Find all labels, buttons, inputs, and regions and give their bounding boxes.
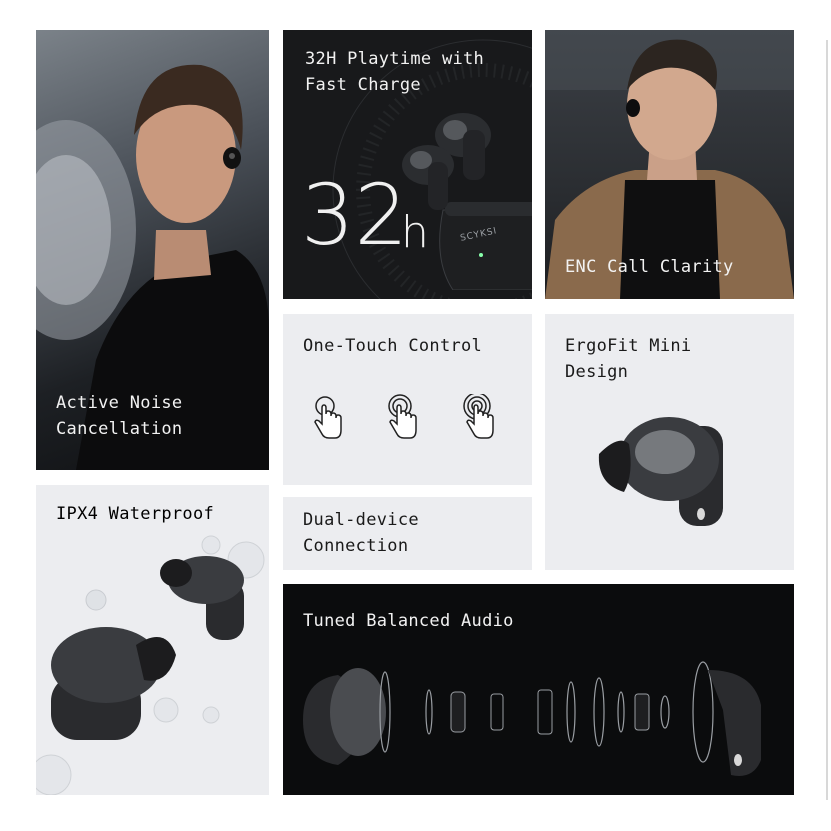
tile-label: ErgoFit Mini Design — [565, 336, 692, 382]
playtime-number: 32 — [301, 166, 408, 264]
earbud-image — [598, 417, 723, 526]
waterproof-earbuds-image — [36, 535, 265, 795]
charging-case-icon — [402, 113, 532, 290]
tile-tuned-balanced-audio: Tuned Balanced Audio — [283, 584, 794, 795]
page-edge-divider — [826, 40, 828, 800]
hand-tap-icon — [314, 396, 342, 439]
tile-one-touch-control: One-Touch Control — [283, 314, 532, 485]
tile-label: One-Touch Control — [303, 336, 483, 356]
tile-label: 32H Playtime with Fast Charge — [305, 49, 485, 95]
tile-ipx4-waterproof: IPX4 Waterproof — [36, 485, 269, 795]
tile-playtime: SCYKSI 32H Playtime with Fast Charge 32 … — [283, 30, 532, 299]
hand-double-tap-icon — [388, 394, 417, 439]
tile-enc-call-clarity: ENC Call Clarity — [545, 30, 794, 299]
tile-label: Active Noise Cancellation — [56, 393, 183, 439]
tile-active-noise-cancellation: Active Noise Cancellation — [36, 30, 269, 470]
exploded-driver-diagram — [303, 661, 761, 776]
tile-label: IPX4 Waterproof — [56, 504, 215, 524]
tile-ergofit-mini-design: ErgoFit Mini Design — [545, 314, 794, 570]
tile-label: Dual-device Connection — [303, 510, 419, 556]
hand-triple-tap-icon — [463, 394, 494, 439]
tile-dual-device-connection: Dual-device Connection — [283, 497, 532, 570]
tile-label: ENC Call Clarity — [565, 257, 734, 277]
playtime-unit: h — [401, 207, 429, 258]
tile-label: Tuned Balanced Audio — [303, 611, 514, 631]
